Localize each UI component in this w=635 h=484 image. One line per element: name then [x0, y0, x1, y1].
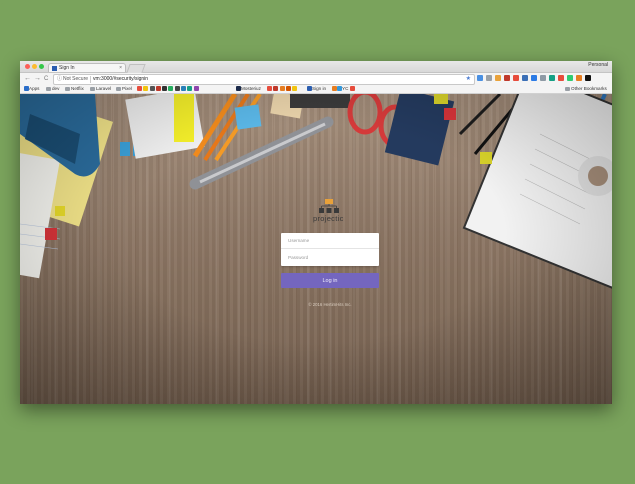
- extension-icon[interactable]: [486, 75, 492, 81]
- browser-window: Sign In × Personal ← → C ⓘ Not Secure vm…: [20, 61, 612, 404]
- new-tab-button[interactable]: [126, 64, 146, 73]
- bookmark-favicons-2[interactable]: [267, 85, 298, 93]
- bookmark-apps[interactable]: Apps: [24, 85, 39, 93]
- extension-icon[interactable]: [558, 75, 564, 81]
- extension-icon[interactable]: [576, 75, 582, 81]
- bookmarks-bar: Apps dev Netflix Laravel Pixel Mosteriuz: [20, 85, 612, 94]
- favicon-icon: [187, 86, 193, 91]
- extension-icon[interactable]: [540, 75, 546, 81]
- tab-sign-in[interactable]: Sign In ×: [48, 63, 126, 72]
- extension-icons: [477, 75, 594, 83]
- folder-icon: [565, 87, 570, 91]
- bookmark-pixel[interactable]: Pixel: [116, 85, 132, 93]
- title-bar: Sign In × Personal: [20, 61, 612, 73]
- extension-icon[interactable]: [495, 75, 501, 81]
- forward-icon[interactable]: →: [34, 74, 41, 84]
- maximize-window-button[interactable]: [39, 64, 44, 69]
- projectic-logo-icon: [319, 199, 339, 213]
- bookmark-favicons[interactable]: [137, 85, 199, 93]
- copyright-text: © 2016 HertimHits Inc.: [308, 302, 352, 307]
- bookmark-laravel[interactable]: Laravel: [90, 85, 111, 93]
- url-text[interactable]: vm:3000/#security/signin: [93, 75, 148, 84]
- divider: [90, 76, 91, 83]
- profile-name[interactable]: Personal: [588, 62, 608, 68]
- background-frame: Sign In × Personal ← → C ⓘ Not Secure vm…: [0, 0, 635, 484]
- extension-icon[interactable]: [513, 75, 519, 81]
- favicon-icon: [143, 86, 149, 91]
- password-input[interactable]: [281, 249, 379, 265]
- bookmark-yc[interactable]: YC: [332, 85, 356, 93]
- favicon-icon: [168, 86, 174, 91]
- favicon-icon: [350, 86, 356, 91]
- extension-icon[interactable]: [504, 75, 510, 81]
- favicon-icon: [149, 86, 155, 91]
- bookmark-netflix[interactable]: Netflix: [65, 85, 84, 93]
- logo-text: projectic: [313, 214, 344, 223]
- favicon-icon: [174, 86, 180, 91]
- back-icon[interactable]: ←: [24, 74, 31, 84]
- reload-icon[interactable]: C: [44, 74, 48, 84]
- favicon-icon: [137, 86, 142, 91]
- favicon-icon: [193, 86, 199, 91]
- bookmark-dev[interactable]: dev: [46, 85, 59, 93]
- bookmark-mosteriuz[interactable]: Mosteriuz: [236, 85, 261, 93]
- username-input[interactable]: [281, 233, 379, 249]
- favicon-icon: [279, 86, 285, 91]
- signin-page: projectic Log in © 2016 HertimHits Inc.: [20, 94, 612, 404]
- tab-title: Sign In: [59, 65, 75, 71]
- security-label[interactable]: Not Secure: [63, 75, 88, 84]
- favicon-icon: [162, 86, 168, 91]
- favicon-icon: [52, 66, 57, 71]
- folder-icon: [90, 87, 95, 91]
- bookmark-other[interactable]: Other Bookmarks: [565, 85, 607, 93]
- favicon-icon: [267, 86, 272, 91]
- folder-icon: [116, 87, 121, 91]
- favicon-icon: [180, 86, 186, 91]
- extension-icon[interactable]: [522, 75, 528, 81]
- close-tab-icon[interactable]: ×: [119, 64, 122, 73]
- login-button[interactable]: Log in: [281, 273, 379, 288]
- info-icon[interactable]: ⓘ: [57, 75, 62, 84]
- extension-icon[interactable]: [549, 75, 555, 81]
- extension-icon[interactable]: [531, 75, 537, 81]
- favicon-icon: [273, 86, 279, 91]
- extension-icon[interactable]: [567, 75, 573, 81]
- address-bar[interactable]: ⓘ Not Secure vm:3000/#security/signin ★: [53, 74, 475, 85]
- favicon-icon: [155, 86, 161, 91]
- address-toolbar: ← → C ⓘ Not Secure vm:3000/#security/sig…: [20, 73, 612, 85]
- extension-icon[interactable]: [585, 75, 591, 81]
- login-form: [281, 233, 379, 266]
- close-window-button[interactable]: [25, 64, 30, 69]
- favicon-icon: [292, 86, 298, 91]
- bookmark-sign-in[interactable]: Sign in: [307, 85, 326, 93]
- extension-icon[interactable]: [477, 75, 483, 81]
- folder-icon: [65, 87, 70, 91]
- minimize-window-button[interactable]: [32, 64, 37, 69]
- folder-icon: [46, 87, 51, 91]
- favicon-icon: [285, 86, 291, 91]
- bookmark-star-icon[interactable]: ★: [466, 75, 471, 84]
